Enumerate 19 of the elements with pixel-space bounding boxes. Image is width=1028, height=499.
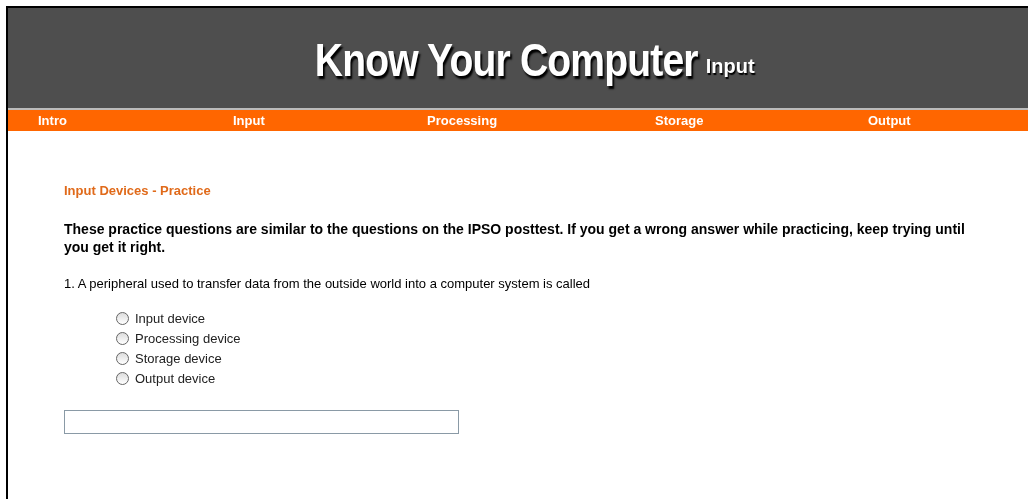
nav-link[interactable]: Input	[233, 113, 427, 128]
site-title: Know Your Computer	[315, 33, 698, 87]
option-label[interactable]: Storage device	[135, 351, 222, 366]
option-label[interactable]: Input device	[135, 311, 206, 326]
page-heading: Input Devices - Practice	[64, 183, 212, 198]
nav-link[interactable]: Intro	[38, 113, 233, 128]
intro-text: These practice questions are similar to the questions on the IPSO posttest. If you get a wrong answer while practicing, keep trying until you get it right.	[64, 220, 966, 256]
question-text: 1. A peripheral used to transfer data from the outside world into a computer system is called	[64, 276, 592, 291]
radio-button[interactable]	[116, 312, 129, 325]
radio-button[interactable]	[116, 332, 129, 345]
section-subtitle: Input	[705, 54, 755, 78]
answer-field[interactable]	[64, 410, 459, 434]
nav-link[interactable]: Storage	[655, 113, 868, 128]
option-label[interactable]: Output device	[135, 371, 216, 386]
radio-button[interactable]	[116, 352, 129, 365]
nav-link[interactable]: Output	[868, 113, 1028, 128]
option-label[interactable]: Processing device	[135, 331, 241, 346]
nav-link[interactable]: Processing	[427, 113, 655, 128]
radio-button[interactable]	[116, 372, 129, 385]
